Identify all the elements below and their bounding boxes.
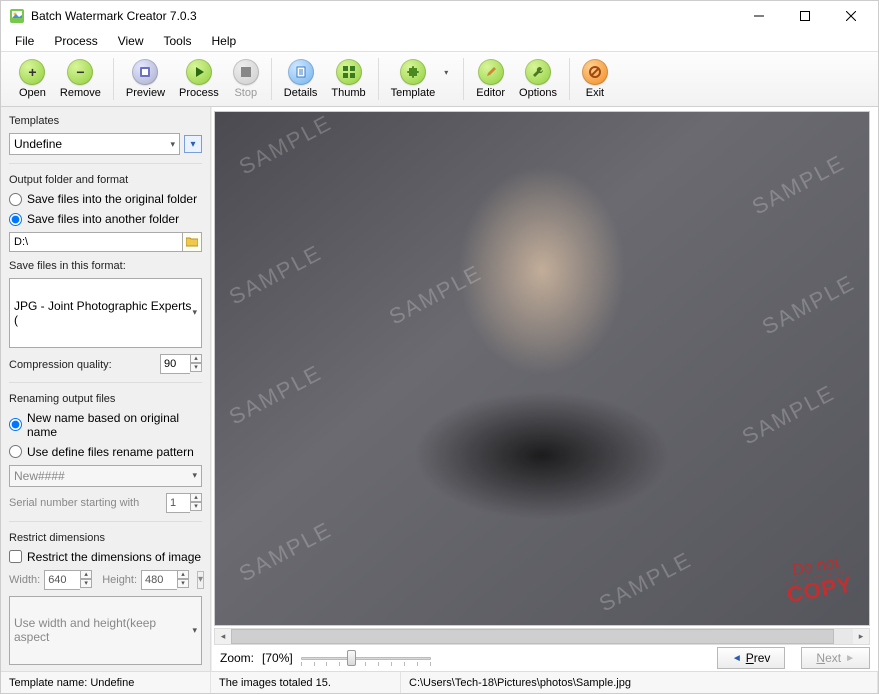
sample-watermark: SAMPLE (235, 517, 337, 587)
folder-icon (186, 237, 198, 247)
zoom-value: [70%] (262, 651, 293, 665)
templates-dropdown-icon[interactable]: ▾ (184, 135, 202, 153)
play-icon (186, 59, 212, 85)
rename-header: Renaming output files (9, 393, 202, 405)
quality-label: Compression quality: (9, 359, 156, 371)
menu-help[interactable]: Help (204, 32, 245, 50)
save-original-radio[interactable]: Save files into the original folder (9, 192, 202, 206)
output-path-input[interactable] (9, 232, 182, 252)
sample-watermark: SAMPLE (738, 380, 840, 450)
options-button[interactable]: Options (519, 59, 557, 99)
remove-button[interactable]: −Remove (60, 59, 101, 99)
sample-watermark: SAMPLE (225, 360, 327, 430)
main-panel: SAMPLE SAMPLE SAMPLE SAMPLE SAMPLE SAMPL… (211, 107, 878, 671)
prohibit-icon (582, 59, 608, 85)
menu-process[interactable]: Process (46, 32, 105, 50)
list-icon (288, 59, 314, 85)
plus-icon: + (19, 59, 45, 85)
width-spinner: ▴▾ (80, 570, 92, 590)
templates-select[interactable]: Undefine▾ (9, 133, 180, 155)
sidebar: Templates Undefine▾ ▾ Output folder and … (1, 107, 211, 671)
scroll-left-icon[interactable]: ◂ (215, 629, 231, 644)
sample-watermark: SAMPLE (235, 111, 337, 180)
film-icon (132, 59, 158, 85)
scrollbar-thumb[interactable] (231, 629, 834, 644)
pattern-input: New####▾ (9, 465, 202, 487)
chevron-left-icon: ◄ (732, 653, 742, 664)
template-dropdown[interactable]: ▾ (441, 59, 451, 85)
open-button[interactable]: +Open (19, 59, 46, 99)
template-button[interactable]: Template (391, 59, 436, 99)
minimize-button[interactable] (736, 1, 782, 31)
height-label: Height: (102, 574, 137, 586)
templates-label: Templates (9, 115, 202, 127)
height-input (141, 570, 177, 590)
menu-file[interactable]: File (7, 32, 42, 50)
scroll-right-icon[interactable]: ▸ (853, 629, 869, 644)
thumb-button[interactable]: Thumb (331, 59, 365, 99)
maximize-button[interactable] (782, 1, 828, 31)
grid-icon (336, 59, 362, 85)
preview-image: SAMPLE SAMPLE SAMPLE SAMPLE SAMPLE SAMPL… (214, 111, 870, 626)
sample-watermark: SAMPLE (748, 150, 850, 220)
restrict-header: Restrict dimensions (9, 532, 202, 544)
do-not-copy-stamp: Do not COPY (781, 553, 854, 609)
pencil-icon (478, 59, 504, 85)
close-button[interactable] (828, 1, 874, 31)
toolbar: +Open −Remove Preview Process Stop Detai… (1, 51, 878, 107)
status-path: C:\Users\Tech-18\Pictures\photos\Sample.… (401, 672, 878, 693)
rename-original-radio[interactable]: New name based on original name (9, 411, 202, 439)
photo-content (382, 153, 702, 573)
serial-input (166, 493, 190, 513)
sample-watermark: SAMPLE (225, 240, 327, 310)
next-button[interactable]: Next► (801, 647, 870, 669)
exit-button[interactable]: Exit (582, 59, 608, 99)
save-other-radio[interactable]: Save files into another folder (9, 212, 202, 226)
aspect-select: Use width and height(keep aspect▾ (9, 596, 202, 666)
prev-button[interactable]: ◄Prev (717, 647, 786, 669)
status-count: The images totaled 15. (211, 672, 401, 693)
app-icon (9, 8, 25, 24)
details-button[interactable]: Details (284, 59, 318, 99)
dimensions-dropdown: ▾ (197, 571, 204, 589)
stop-icon (233, 59, 259, 85)
menu-tools[interactable]: Tools (156, 32, 200, 50)
preview-button[interactable]: Preview (126, 59, 165, 99)
quality-input[interactable] (160, 354, 190, 374)
format-select[interactable]: JPG - Joint Photographic Experts (▾ (9, 278, 202, 348)
status-template: Template name: Undefine (1, 672, 211, 693)
puzzle-icon (400, 59, 426, 85)
width-input (44, 570, 80, 590)
menubar: File Process View Tools Help (1, 31, 878, 51)
chevron-right-icon: ► (845, 653, 855, 664)
titlebar: Batch Watermark Creator 7.0.3 (1, 1, 878, 31)
sample-watermark: SAMPLE (758, 270, 860, 340)
serial-label: Serial number starting with (9, 497, 162, 509)
rename-pattern-radio[interactable]: Use define files rename pattern (9, 445, 202, 459)
window-title: Batch Watermark Creator 7.0.3 (31, 9, 736, 23)
menu-view[interactable]: View (110, 32, 152, 50)
zoom-slider-handle[interactable] (347, 650, 356, 666)
quality-spinner[interactable]: ▴▾ (190, 354, 202, 374)
browse-folder-button[interactable] (182, 232, 202, 252)
serial-spinner: ▴▾ (190, 493, 202, 513)
height-spinner: ▴▾ (177, 570, 189, 590)
horizontal-scrollbar[interactable]: ◂ ▸ (214, 628, 870, 645)
stop-button[interactable]: Stop (233, 59, 259, 99)
restrict-checkbox[interactable]: Restrict the dimensions of image (9, 550, 202, 564)
process-button[interactable]: Process (179, 59, 219, 99)
zoom-label: Zoom: (220, 651, 254, 665)
zoom-slider[interactable] (301, 651, 431, 665)
format-label: Save files in this format: (9, 260, 202, 272)
output-header: Output folder and format (9, 174, 202, 186)
statusbar: Template name: Undefine The images total… (1, 671, 878, 693)
minus-icon: − (67, 59, 93, 85)
wrench-icon (525, 59, 551, 85)
editor-button[interactable]: Editor (476, 59, 505, 99)
width-label: Width: (9, 574, 40, 586)
